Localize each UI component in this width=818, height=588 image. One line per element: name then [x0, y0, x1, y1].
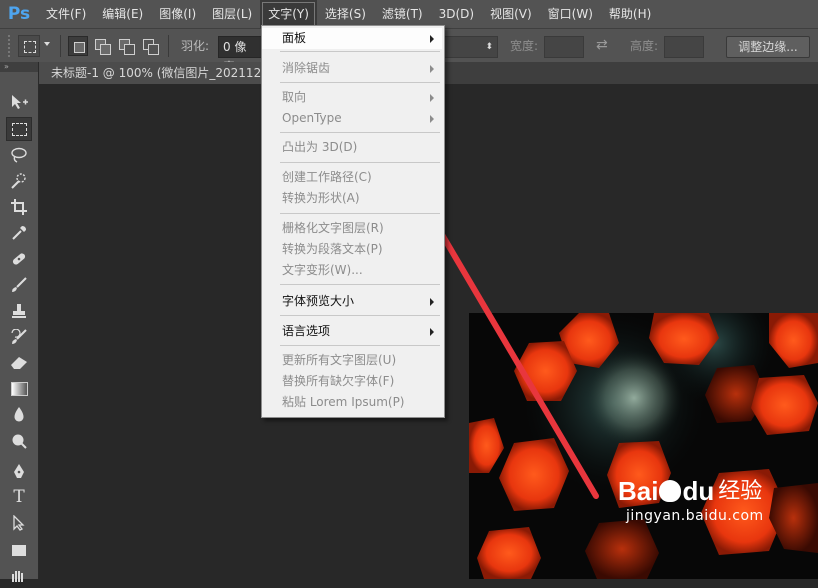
- menu-item-label: 凸出为 3D(D): [282, 140, 358, 154]
- menu-item-label: 消除锯齿: [282, 61, 331, 75]
- submenu-arrow-icon: [430, 65, 434, 73]
- menu-item-label: 栅格化文字图层(R): [282, 221, 384, 235]
- menu-separator: [280, 132, 440, 133]
- menu-item-label: OpenType: [282, 111, 342, 125]
- menu-item-label: 更新所有文字图层(U): [282, 353, 397, 367]
- menu-item-language-options[interactable]: 语言选项: [262, 321, 442, 342]
- menu-separator: [280, 315, 440, 316]
- menu-item-antialias[interactable]: 消除锯齿: [262, 58, 442, 79]
- menu-item-label: 字体预览大小: [282, 294, 355, 308]
- baidu-watermark: Bai du 经验 jingyan.baidu.com: [618, 476, 764, 524]
- menu-item-label: 文字变形(W)...: [282, 263, 363, 277]
- menu-item-create-work-path[interactable]: 创建工作路径(C): [262, 167, 442, 188]
- menu-separator: [280, 345, 440, 346]
- menu-item-label: 替换所有缺欠字体(F): [282, 374, 395, 388]
- menu-item-panels[interactable]: 面板: [262, 28, 442, 49]
- menu-item-replace-missing-fonts[interactable]: 替换所有缺欠字体(F): [262, 371, 442, 392]
- paw-icon: [659, 480, 682, 502]
- menu-item-warp-text[interactable]: 文字变形(W)...: [262, 260, 442, 281]
- menu-item-paste-lorem-ipsum[interactable]: 粘贴 Lorem Ipsum(P): [262, 392, 442, 413]
- menu-item-update-all-text[interactable]: 更新所有文字图层(U): [262, 350, 442, 371]
- menu-item-extrude-3d[interactable]: 凸出为 3D(D): [262, 137, 442, 158]
- menu-separator: [280, 284, 440, 285]
- menu-item-font-preview-size[interactable]: 字体预览大小: [262, 291, 442, 312]
- menu-separator: [280, 162, 440, 163]
- submenu-arrow-icon: [430, 298, 434, 306]
- menu-item-label: 粘贴 Lorem Ipsum(P): [282, 395, 405, 409]
- menu-item-label: 转换为形状(A): [282, 191, 360, 205]
- watermark-url: jingyan.baidu.com: [626, 508, 764, 524]
- watermark-brand: Bai: [618, 476, 659, 506]
- watermark-brand-tail: du: [682, 476, 715, 506]
- menu-item-label: 语言选项: [282, 324, 331, 338]
- submenu-arrow-icon: [430, 115, 434, 123]
- menu-item-orientation[interactable]: 取向: [262, 87, 442, 108]
- menu-separator: [280, 51, 440, 52]
- menu-item-label: 取向: [282, 90, 307, 104]
- menu-item-convert-to-shape[interactable]: 转换为形状(A): [262, 188, 442, 209]
- type-menu-dropdown: 面板 消除锯齿 取向 OpenType 凸出为 3D(D) 创建工作路径(C) …: [261, 25, 445, 418]
- submenu-arrow-icon: [430, 94, 434, 102]
- submenu-arrow-icon: [430, 35, 434, 43]
- watermark-cn: 经验: [718, 478, 763, 503]
- menu-item-convert-paragraph[interactable]: 转换为段落文本(P): [262, 239, 442, 260]
- menu-item-label: 创建工作路径(C): [282, 170, 372, 184]
- submenu-arrow-icon: [430, 328, 434, 336]
- menu-item-opentype[interactable]: OpenType: [262, 108, 442, 129]
- menu-separator: [280, 213, 440, 214]
- menu-item-label: 面板: [282, 31, 307, 45]
- menu-item-label: 转换为段落文本(P): [282, 242, 383, 256]
- menu-separator: [280, 82, 440, 83]
- menu-item-rasterize[interactable]: 栅格化文字图层(R): [262, 218, 442, 239]
